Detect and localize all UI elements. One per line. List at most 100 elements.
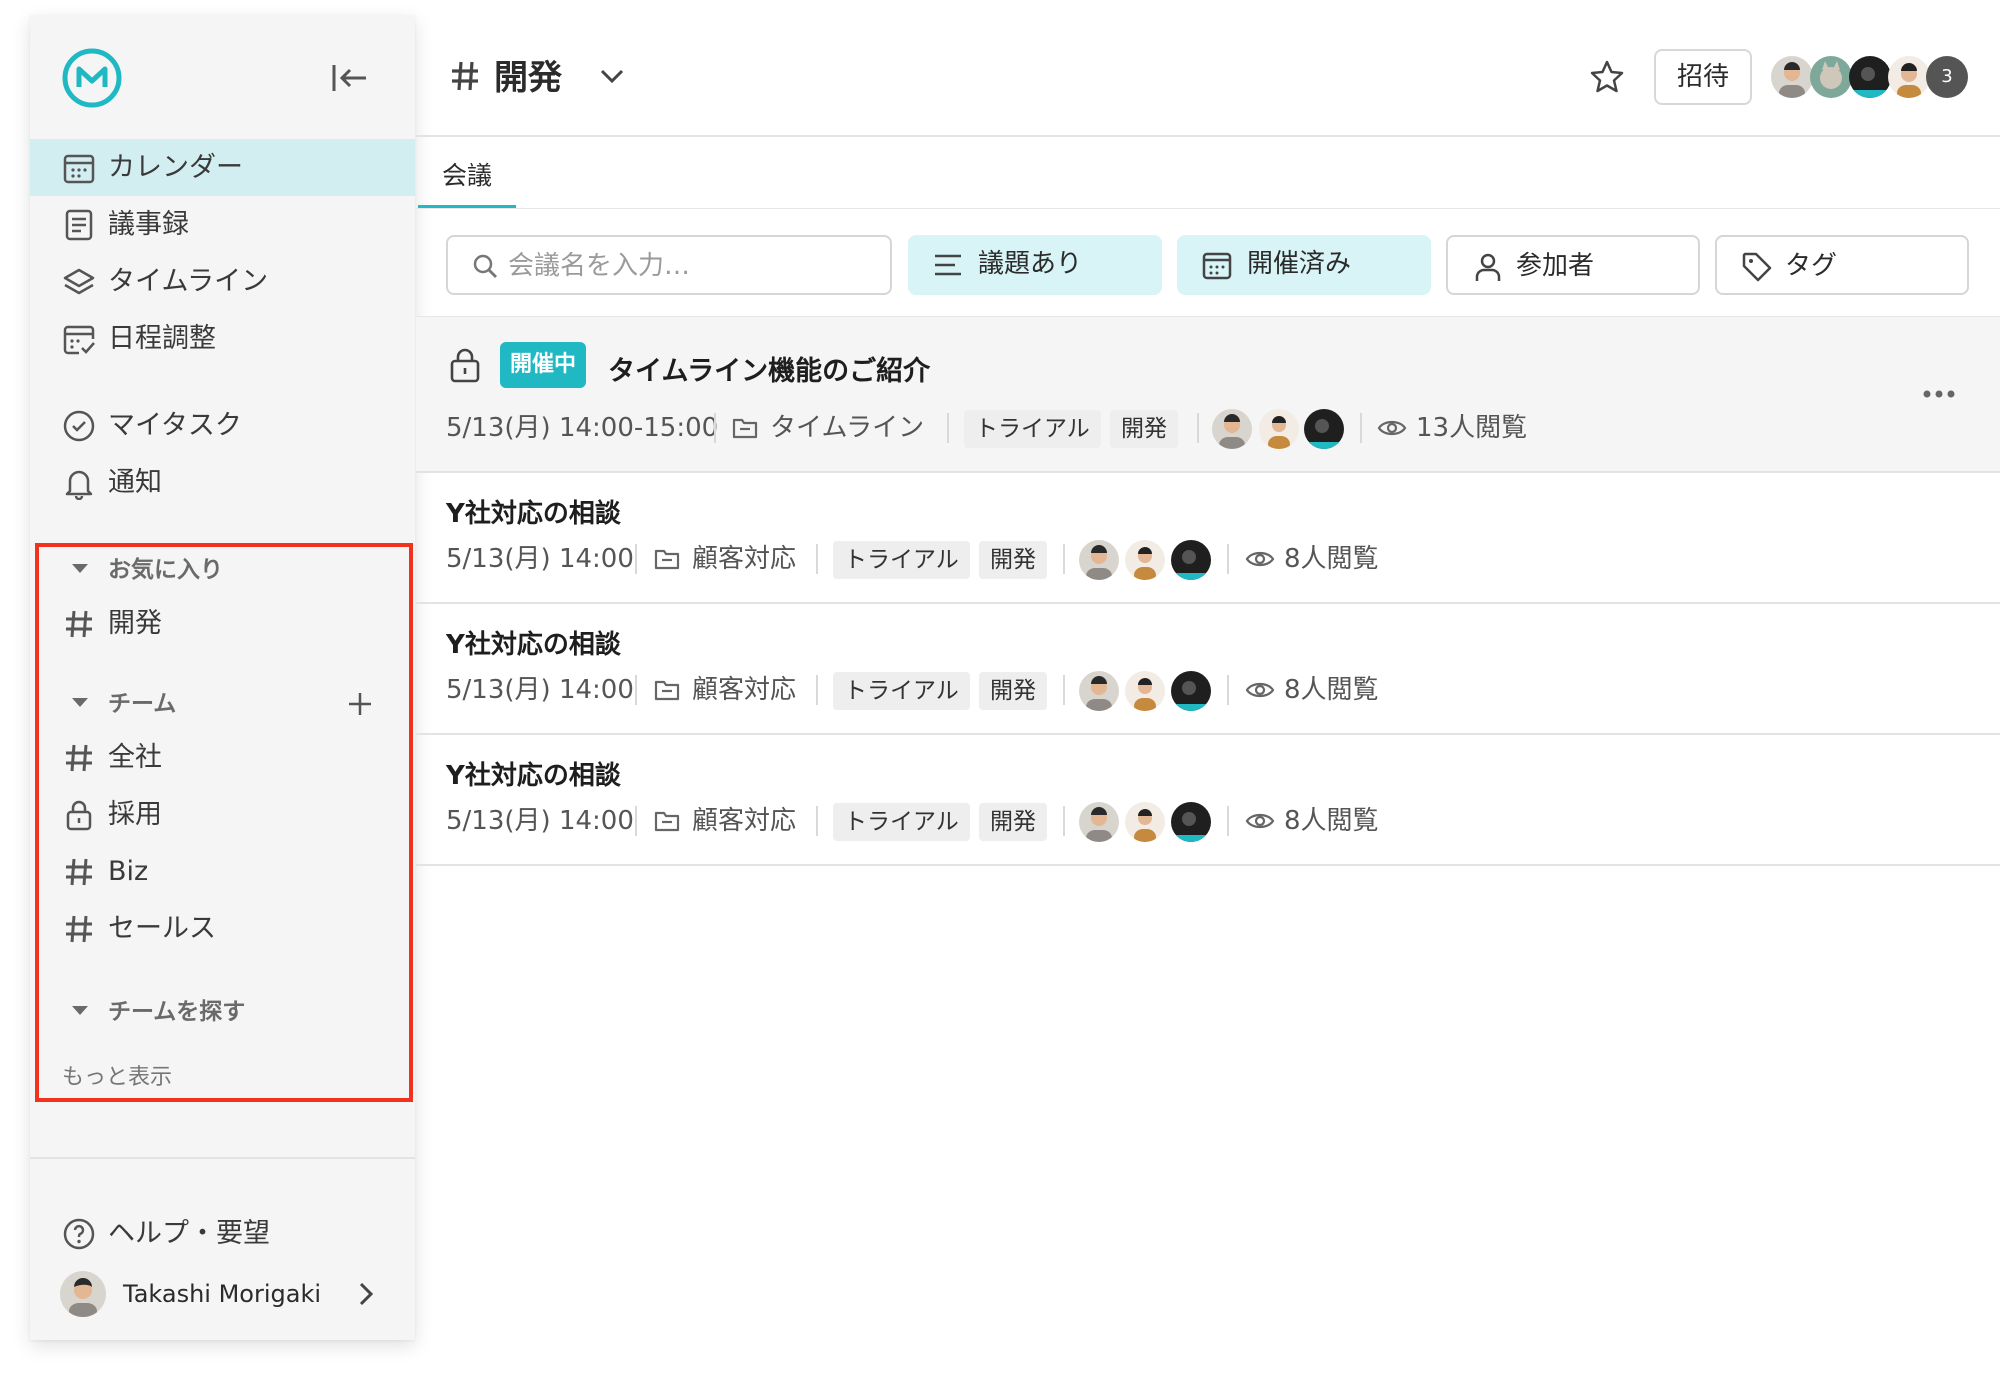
search-placeholder: 会議名を入力… (508, 251, 691, 281)
meeting-row[interactable]: Y社対応の相談 5/13(月) 14:00 顧客対応 トライアル 開発 8人閲覧 (416, 735, 2000, 863)
tag-chip[interactable]: トライアル (833, 672, 970, 710)
person-icon (1475, 253, 1501, 281)
sidebar-item-label: 議事録 (108, 209, 189, 240)
separator (635, 675, 637, 705)
app-logo-icon[interactable] (61, 47, 123, 109)
bell-icon (65, 470, 93, 500)
sidebar-item-timeline[interactable]: タイムライン (30, 253, 415, 310)
separator (1227, 806, 1229, 836)
sidebar-item-my-tasks[interactable]: マイタスク (30, 397, 415, 454)
user-name: Takashi Morigaki (123, 1280, 322, 1308)
meeting-datetime: 5/13(月) 14:00 (446, 544, 634, 574)
tag-chip[interactable]: トライアル (964, 410, 1101, 448)
avatar (1171, 802, 1211, 842)
tag-chip[interactable]: 開発 (979, 672, 1047, 710)
meeting-folder[interactable]: 顧客対応 (692, 803, 796, 839)
avatar (1079, 802, 1119, 842)
calendar-check-icon (63, 325, 95, 355)
sidebar-divider (30, 1157, 415, 1159)
help-circle-icon (63, 1218, 95, 1250)
more-options-icon[interactable] (1922, 389, 1956, 399)
avatar (1125, 540, 1165, 580)
sidebar-item-label: カレンダー (108, 152, 243, 183)
separator (816, 675, 818, 705)
avatar (1304, 409, 1344, 449)
filter-label: 議題あり (978, 249, 1083, 279)
sidebar-item-label: ヘルプ・要望 (108, 1218, 270, 1249)
lock-icon (450, 348, 480, 383)
document-icon (65, 209, 93, 241)
view-count[interactable]: 8人閲覧 (1284, 541, 1379, 577)
sidebar-item-calendar[interactable]: カレンダー (30, 139, 415, 196)
folder-icon (732, 418, 758, 439)
meeting-folder[interactable]: 顧客対応 (692, 672, 796, 708)
folder-icon (654, 680, 680, 701)
filter-tags-button[interactable]: タグ (1715, 235, 1969, 295)
layers-icon (63, 268, 95, 295)
tag-chip[interactable]: トライアル (833, 803, 970, 841)
separator (635, 544, 637, 574)
chevron-right-icon (359, 1282, 374, 1306)
meeting-folder[interactable]: 顧客対応 (692, 541, 796, 577)
meeting-row[interactable]: 開催中 タイムライン機能のご紹介 5/13(月) 14:00-15:00 タイム… (416, 317, 2000, 471)
tag-chip[interactable]: 開発 (1110, 410, 1178, 448)
tag-chip[interactable]: トライアル (833, 541, 970, 579)
meeting-search-input[interactable]: 会議名を入力… (446, 235, 892, 295)
sidebar-item-label: 日程調整 (108, 323, 216, 354)
separator (816, 544, 818, 574)
separator (1063, 806, 1065, 836)
chevron-down-icon[interactable] (598, 64, 626, 88)
highlight-box (35, 543, 413, 1102)
meeting-row[interactable]: Y社対応の相談 5/13(月) 14:00 顧客対応 トライアル 開発 8人閲覧 (416, 604, 2000, 732)
separator (1197, 413, 1199, 443)
tabs-divider (416, 208, 2000, 209)
sidebar-item-scheduling[interactable]: 日程調整 (30, 310, 415, 367)
sidebar-item-notifications[interactable]: 通知 (30, 454, 415, 511)
invite-button[interactable]: 招待 (1654, 49, 1752, 105)
avatar (60, 1271, 106, 1317)
page-title: 開発 (494, 58, 562, 98)
user-menu[interactable]: Takashi Morigaki (30, 1263, 415, 1325)
check-circle-icon (63, 410, 95, 442)
separator (1227, 675, 1229, 705)
avatar (1125, 671, 1165, 711)
avatar (1079, 540, 1119, 580)
filter-label: 開催済み (1247, 249, 1352, 279)
tab-meetings[interactable]: 会議 (418, 137, 516, 209)
view-count[interactable]: 8人閲覧 (1284, 803, 1379, 839)
star-icon[interactable] (1588, 58, 1626, 96)
filter-agenda-button[interactable]: 議題あり (908, 235, 1162, 295)
meeting-row[interactable]: Y社対応の相談 5/13(月) 14:00 顧客対応 トライアル 開発 8人閲覧 (416, 473, 2000, 601)
separator (1063, 675, 1065, 705)
meeting-title: Y社対応の相談 (446, 630, 621, 660)
meeting-datetime: 5/13(月) 14:00 (446, 675, 634, 705)
tag-chip[interactable]: 開発 (979, 803, 1047, 841)
sidebar-item-minutes[interactable]: 議事録 (30, 196, 415, 253)
meeting-title: タイムライン機能のご紹介 (608, 356, 931, 387)
avatar (1888, 56, 1930, 98)
eye-icon (1245, 551, 1275, 567)
avatar (1810, 56, 1852, 98)
filter-participants-button[interactable]: 参加者 (1446, 235, 1700, 295)
row-divider (416, 864, 2000, 866)
view-count[interactable]: 8人閲覧 (1284, 672, 1379, 708)
avatar (1171, 540, 1211, 580)
sidebar-item-help[interactable]: ヘルプ・要望 (30, 1205, 415, 1262)
avatar (1849, 56, 1891, 98)
separator (947, 413, 949, 443)
collapse-sidebar-icon[interactable] (330, 61, 370, 95)
separator (635, 806, 637, 836)
folder-icon (654, 811, 680, 832)
avatar (1259, 409, 1299, 449)
view-count[interactable]: 13人閲覧 (1416, 410, 1527, 446)
meeting-folder[interactable]: タイムライン (770, 410, 924, 446)
list-icon (935, 254, 961, 276)
separator (816, 806, 818, 836)
tag-chip[interactable]: 開発 (979, 541, 1047, 579)
separator (714, 413, 716, 443)
meeting-title: Y社対応の相談 (446, 499, 621, 529)
filter-held-button[interactable]: 開催済み (1177, 235, 1431, 295)
tag-icon (1742, 252, 1772, 282)
channel-hash-icon (452, 61, 478, 91)
meeting-datetime: 5/13(月) 14:00 (446, 806, 634, 836)
